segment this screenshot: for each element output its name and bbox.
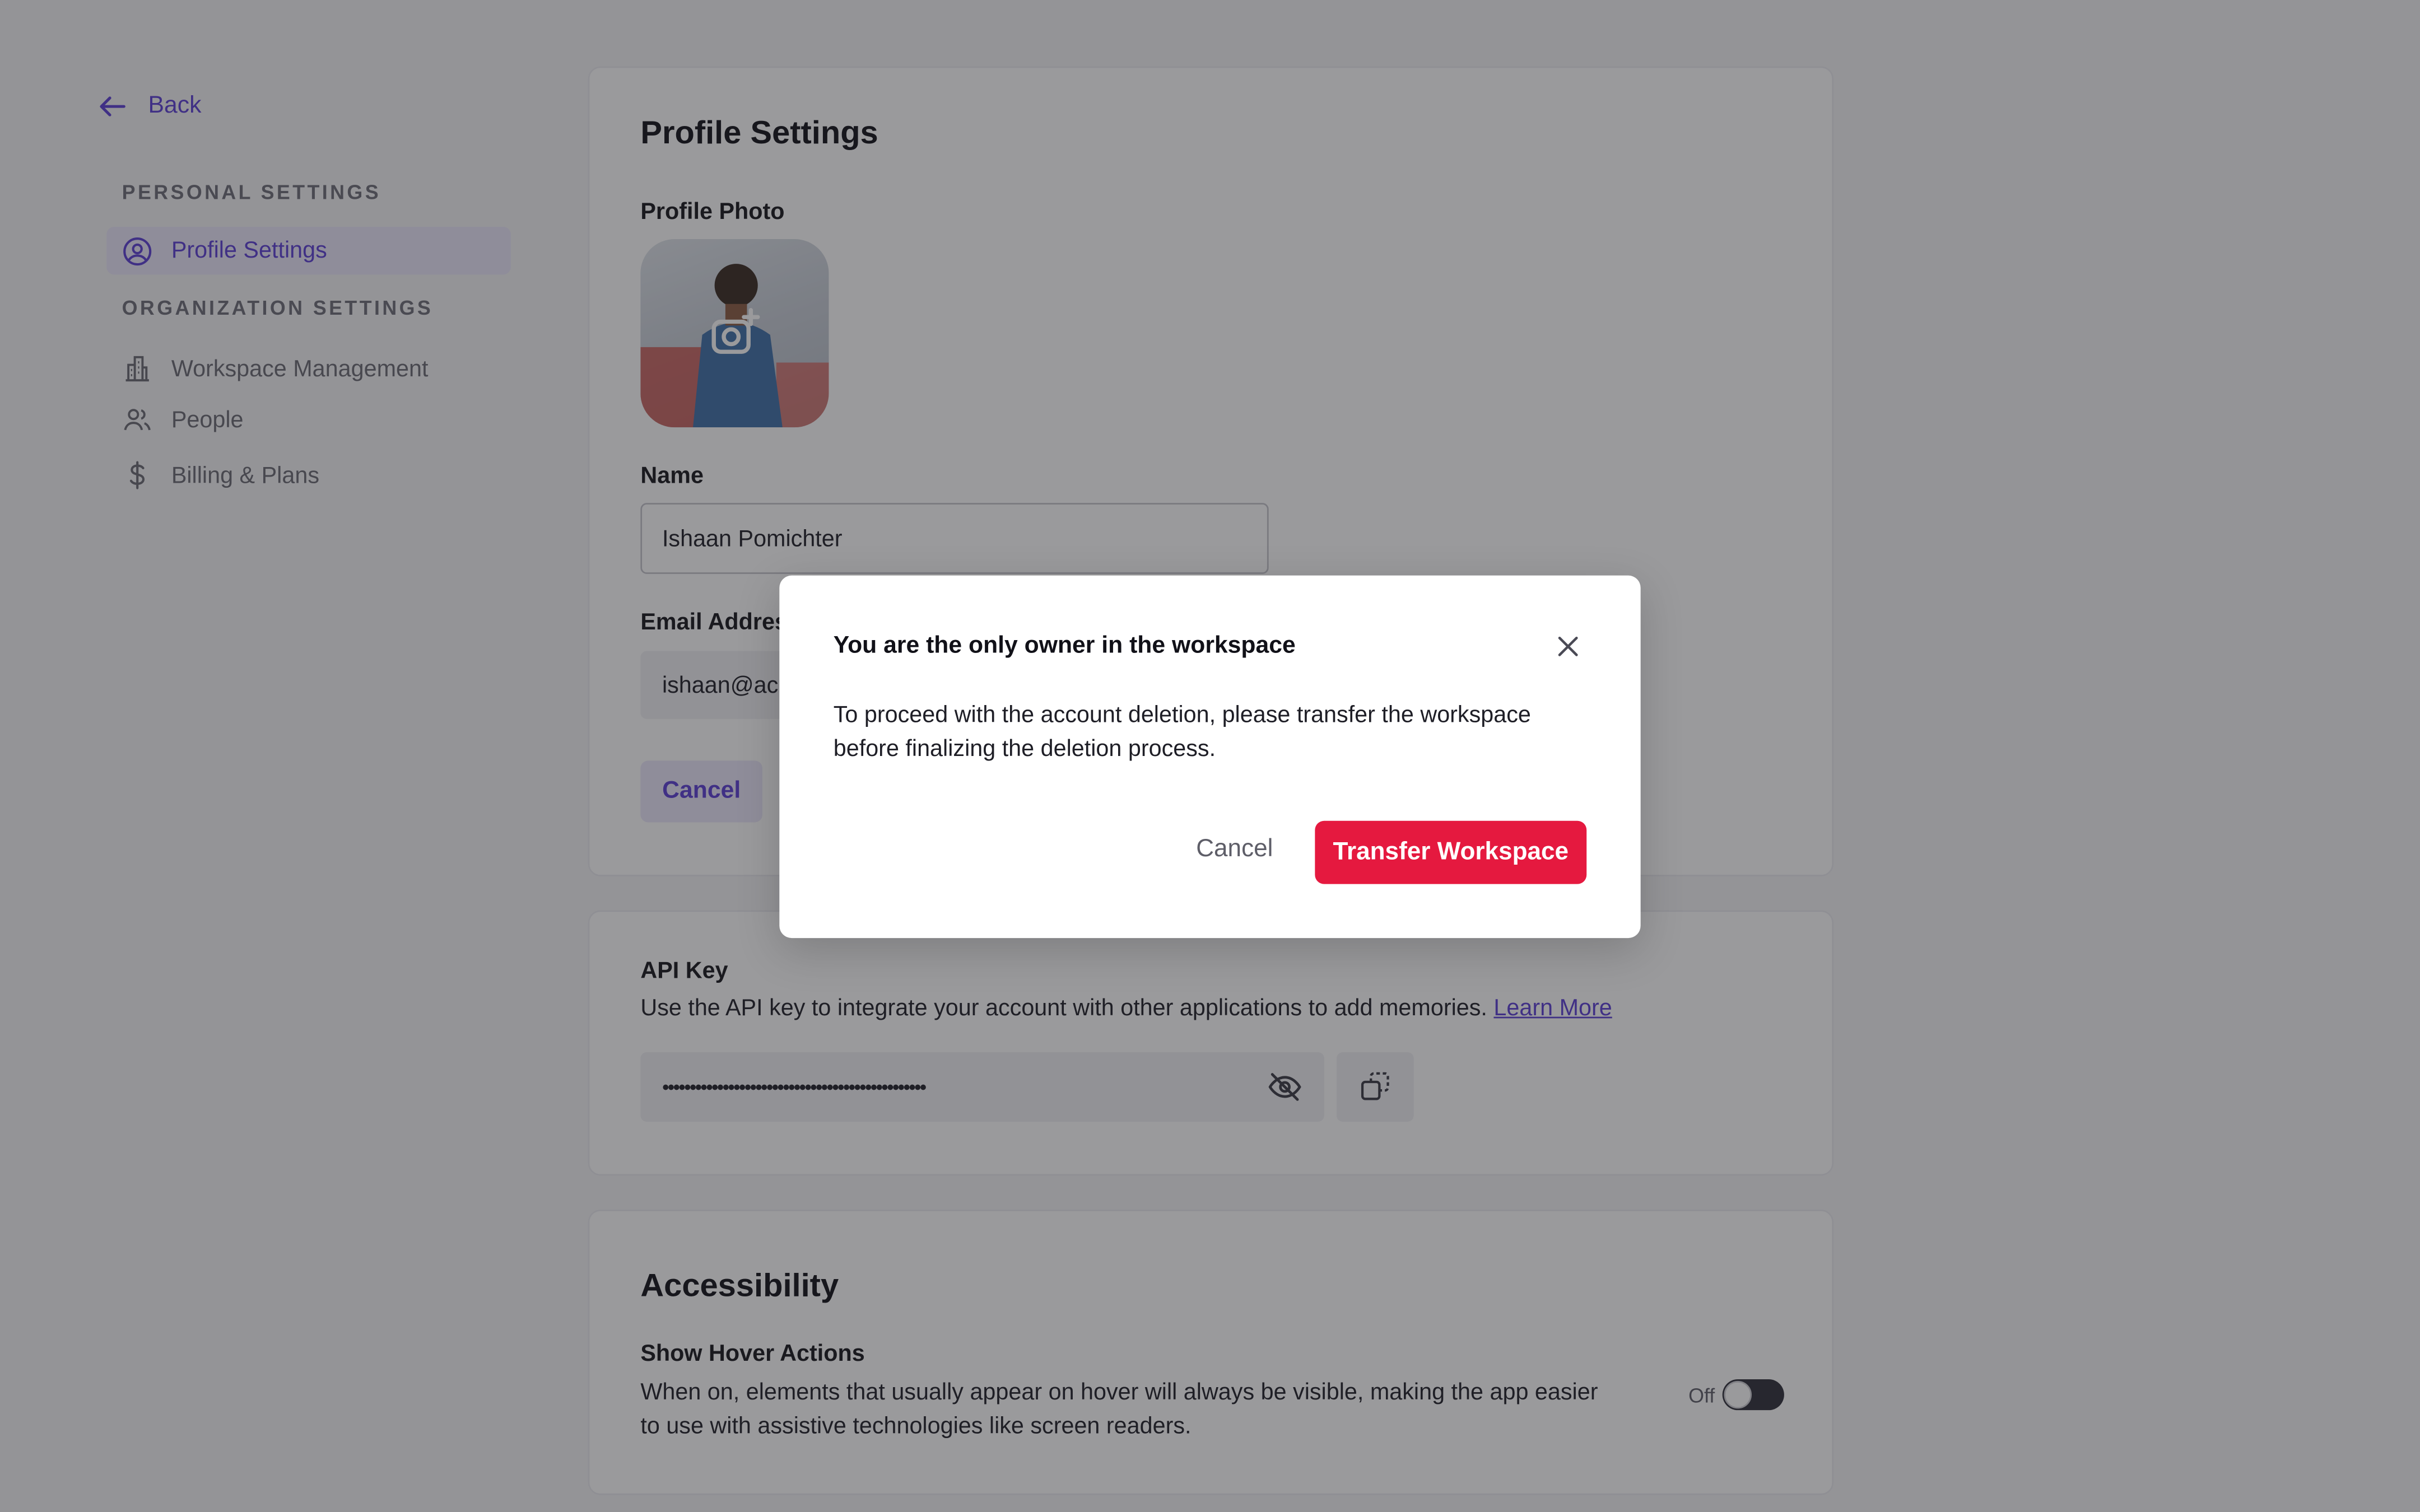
transfer-workspace-button[interactable]: Transfer Workspace <box>1315 820 1587 884</box>
dialog-message: To proceed with the account deletion, pl… <box>833 702 1531 763</box>
dialog-title: You are the only owner in the workspace <box>833 632 1296 659</box>
transfer-workspace-dialog: You are the only owner in the workspace … <box>779 575 1641 939</box>
close-icon[interactable] <box>1551 629 1585 664</box>
dialog-cancel-button[interactable]: Cancel <box>1196 836 1273 864</box>
